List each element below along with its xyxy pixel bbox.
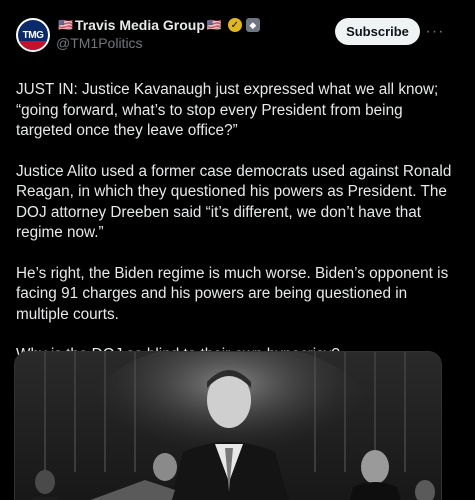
flag-icon-left: 🇺🇸 [58, 18, 73, 32]
flag-icon-right: 🇺🇸 [206, 18, 222, 32]
more-options-icon[interactable]: ··· [424, 18, 446, 45]
tweet-text: JUST IN: Justice Kavanaugh just expresse… [16, 80, 459, 366]
photo-illustration [15, 352, 441, 500]
tweet-paragraph: Justice Alito used a former case democra… [16, 162, 452, 242]
tweet-paragraph: He’s right, the Biden regime is much wor… [16, 264, 449, 323]
avatar-stripe [18, 41, 48, 50]
avatar-label: TMG [22, 29, 44, 41]
avatar[interactable]: TMG [16, 18, 50, 52]
affiliate-badge-icon: ◆ [245, 18, 260, 32]
author-name[interactable]: Travis Media Group [75, 17, 205, 33]
tweet-photo[interactable] [14, 351, 442, 500]
tweet-card: TMG 🇺🇸 Travis Media Group 🇺🇸 ✓ ◆ @TM1Pol… [0, 0, 475, 500]
subscribe-button[interactable]: Subscribe [335, 18, 420, 45]
tweet-paragraph: JUST IN: Justice Kavanaugh just expresse… [16, 81, 439, 139]
verified-check-icon: ✓ [227, 18, 242, 32]
